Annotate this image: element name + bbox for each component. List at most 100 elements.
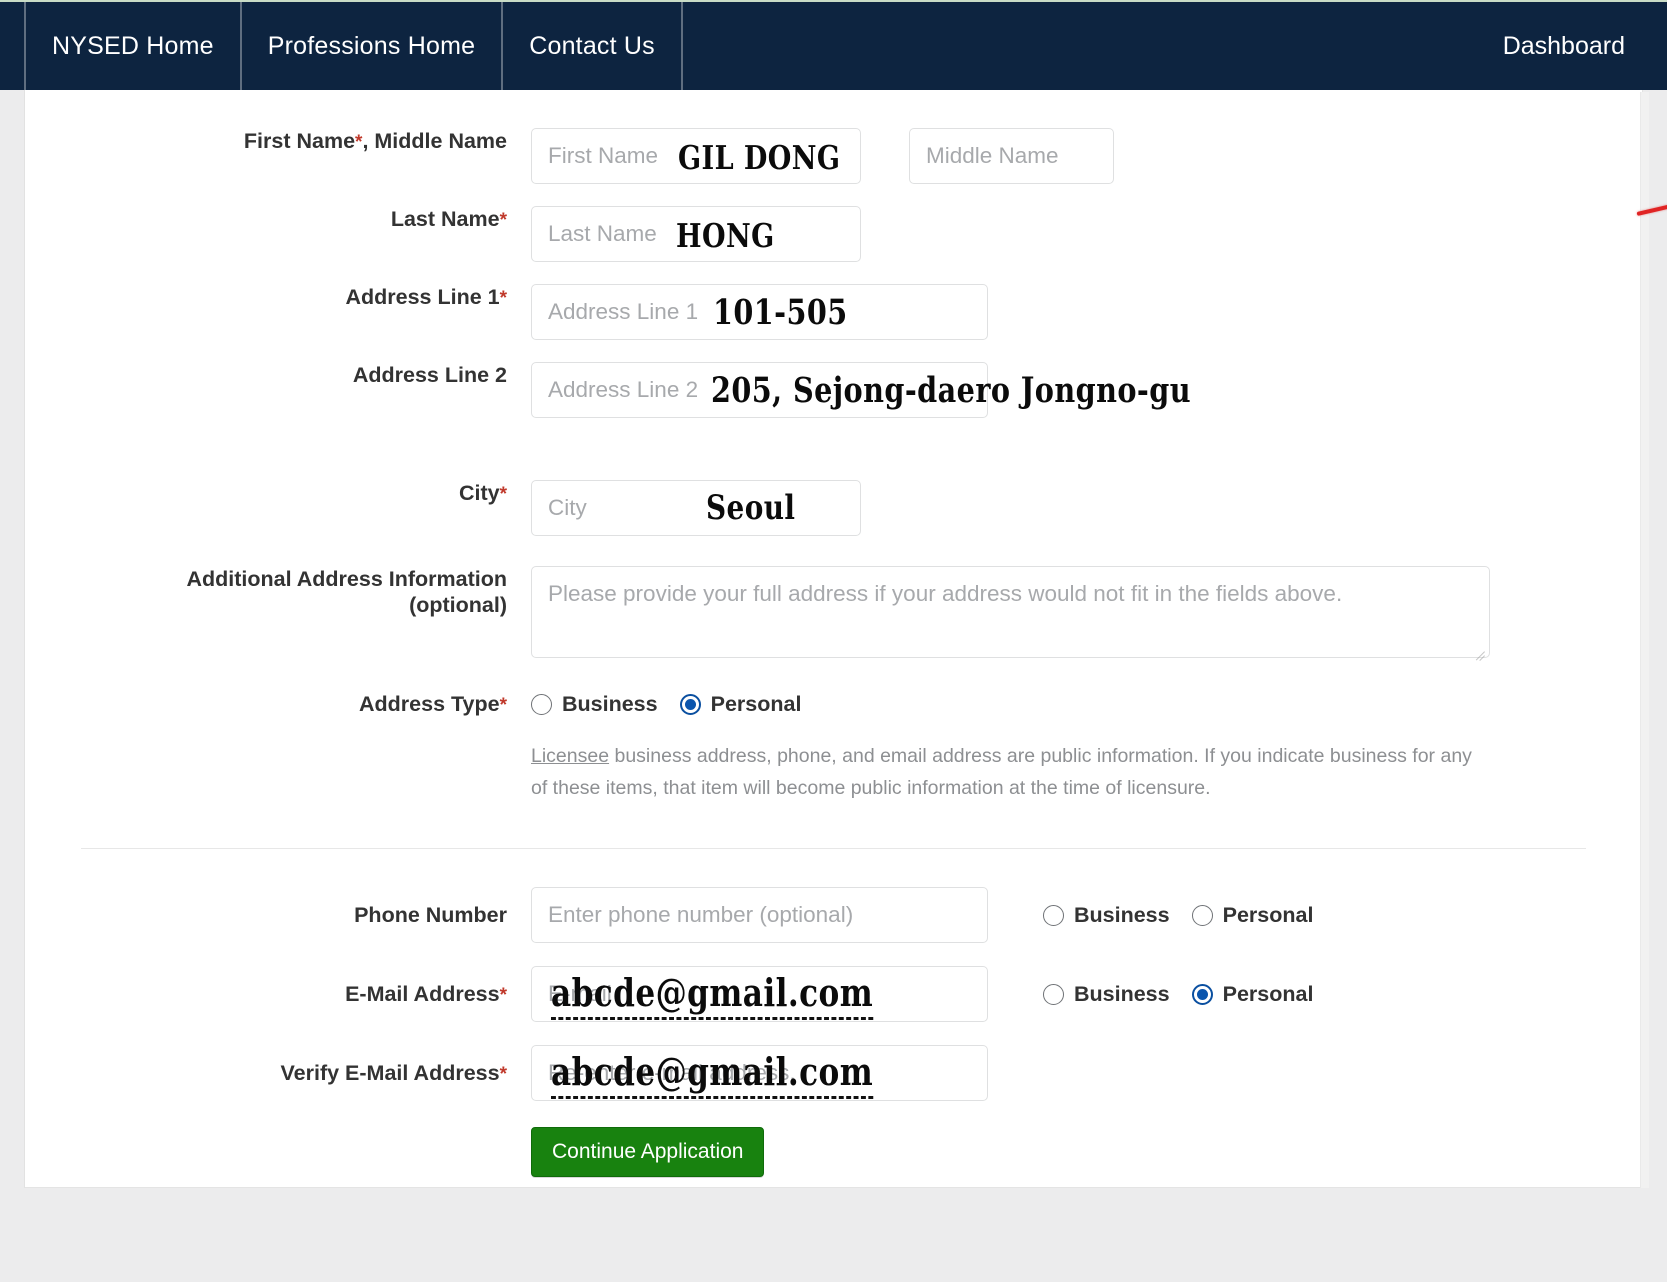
address-type-required-star: * [499,695,507,716]
nav-dashboard[interactable]: Dashboard [1503,2,1667,90]
page-root: NYSED Home Professions Home Contact Us D… [0,0,1667,1282]
continue-application-button[interactable]: Continue Application [531,1127,765,1178]
phone-type-business-label: Business [1074,902,1170,927]
address-type-personal-label: Personal [710,691,802,716]
address-contact-form: First Name*, Middle Name First Name GIL … [25,90,1642,1178]
row-city: City* City Seoul [25,480,1642,536]
address-type-personal-option[interactable]: Personal [679,691,802,717]
licensee-notice-text: Licensee business address, phone, and em… [531,741,1491,804]
email-type-personal-option[interactable]: Personal [1191,981,1314,1007]
address-type-label-text: Address Type [359,692,500,716]
phone-number-label: Phone Number [25,902,531,928]
address-line-1-field-wrap: Address Line 1 101-505 [531,284,988,340]
middle-name-placeholder: Middle Name [926,143,1059,168]
city-placeholder: City [548,495,587,520]
city-field-wrap: City Seoul [531,480,861,536]
last-name-input[interactable]: Last Name [531,206,861,262]
phone-number-placeholder: Enter phone number (optional) [548,902,854,928]
email-type-business-option[interactable]: Business [1043,982,1170,1007]
row-additional-address: Additional Address Information (optional… [25,566,1642,661]
last-name-placeholder: Last Name [548,221,657,246]
row-licensee-notice: Licensee business address, phone, and em… [25,741,1642,804]
email-address-field-wrap: E-mail abcde@gmail.com [531,966,988,1023]
nav-professions-home[interactable]: Professions Home [242,2,504,90]
phone-type-personal-label: Personal [1222,902,1314,927]
email-type-personal-radio-icon[interactable] [1191,983,1213,1005]
first-name-input[interactable]: First Name [531,128,861,184]
nav-left-group: NYSED Home Professions Home Contact Us [0,2,683,90]
first-name-placeholder: First Name [548,143,659,168]
nav-contact-us-label: Contact Us [529,31,655,60]
first-name-label-text: First Name [243,129,356,153]
address-line-2-placeholder: Address Line 2 [548,377,699,402]
verify-email-placeholder: Re-enter e-mail address. [548,1060,796,1086]
nav-dashboard-label: Dashboard [1502,31,1625,60]
city-label: City* [25,480,531,506]
address-type-personal-radio-icon[interactable] [679,693,701,715]
city-required-star: * [499,484,507,505]
last-name-label: Last Name* [25,206,531,232]
phone-type-personal-radio-icon[interactable] [1191,904,1213,926]
phone-type-radio-group: Business Personal [1043,903,1313,928]
phone-type-business-radio-icon[interactable] [1043,904,1064,926]
row-address-line-1: Address Line 1* Address Line 1 101-505 [25,284,1642,340]
email-address-required-star: * [499,985,507,1007]
address-line-1-required-star: * [499,288,507,309]
nav-nysed-home-label: NYSED Home [52,31,214,60]
address-line-2-input[interactable]: Address Line 2 [531,362,988,418]
row-address-type: Address Type* Business Personal [25,691,1642,717]
address-type-business-radio-icon[interactable] [531,693,552,715]
middle-name-input[interactable]: Middle Name [909,128,1114,184]
email-address-placeholder: E-mail [548,981,612,1007]
verify-email-required-star: * [499,1064,507,1086]
address-line-1-label: Address Line 1* [25,284,531,310]
address-line-1-label-text: Address Line 1 [345,285,500,309]
nav-nysed-home[interactable]: NYSED Home [24,2,242,90]
nav-contact-us[interactable]: Contact Us [503,2,683,90]
first-name-field-wrap: First Name GIL DONG [531,128,861,184]
row-address-line-2: Address Line 2 Address Line 2 205, Sejon… [25,362,1642,418]
textarea-resize-handle-icon[interactable] [1471,640,1485,661]
last-name-label-text: Last Name [390,207,500,231]
email-address-label-text: E-Mail Address [345,982,500,1007]
middle-name-field-wrap: Middle Name [909,128,1114,184]
email-type-business-label: Business [1074,981,1170,1006]
additional-address-placeholder: Please provide your full address if your… [548,581,1343,606]
first-name-label: First Name*, Middle Name [25,128,531,154]
phone-number-input[interactable]: Enter phone number (optional) [531,887,988,944]
additional-address-textarea[interactable]: Please provide your full address if your… [531,566,1490,661]
address-type-business-label: Business [562,691,658,716]
address-type-radio-group: Business Personal [531,692,801,717]
address-line-1-input[interactable]: Address Line 1 [531,284,988,340]
additional-address-label: Additional Address Information (optional… [25,566,531,618]
address-line-2-label: Address Line 2 [25,362,531,388]
email-type-personal-label: Personal [1222,981,1314,1006]
licensee-notice-line-1: business address, phone, and email addre… [609,745,1436,768]
phone-type-personal-option[interactable]: Personal [1191,902,1314,928]
row-submit: Continue Application [25,1127,1642,1178]
licensee-link[interactable]: Licensee [531,745,609,767]
verify-email-label: Verify E-Mail Address* [25,1060,531,1086]
row-first-name: First Name*, Middle Name First Name GIL … [25,128,1642,184]
address-type-label: Address Type* [25,691,531,717]
phone-type-business-option[interactable]: Business [1043,903,1170,928]
email-type-business-radio-icon[interactable] [1043,983,1064,1005]
row-phone-number: Phone Number Enter phone number (optiona… [25,887,1642,944]
nav-professions-home-label: Professions Home [267,31,476,60]
city-input[interactable]: City [531,480,861,536]
city-label-text: City [458,481,500,505]
row-verify-email-address: Verify E-Mail Address* Re-enter e-mail a… [25,1045,1642,1102]
email-address-label: E-Mail Address* [25,981,531,1007]
email-type-radio-group: Business Personal [1043,982,1313,1007]
application-form-card: First Name*, Middle Name First Name GIL … [24,90,1643,1188]
top-navigation-bar: NYSED Home Professions Home Contact Us D… [0,2,1667,90]
email-address-input[interactable]: E-mail [531,966,988,1023]
first-name-label-suffix: , Middle Name [362,129,507,153]
page-scrollbar[interactable] [1640,92,1649,1188]
row-email-address: E-Mail Address* E-mail abcde@gmail.com B… [25,966,1642,1023]
address-type-business-option[interactable]: Business [531,692,658,717]
verify-email-input[interactable]: Re-enter e-mail address. [531,1045,988,1102]
additional-address-label-line-1: Additional Address Information [186,567,507,591]
address-line-2-field-wrap: Address Line 2 205, Sejong-daero Jongno-… [531,362,1191,418]
